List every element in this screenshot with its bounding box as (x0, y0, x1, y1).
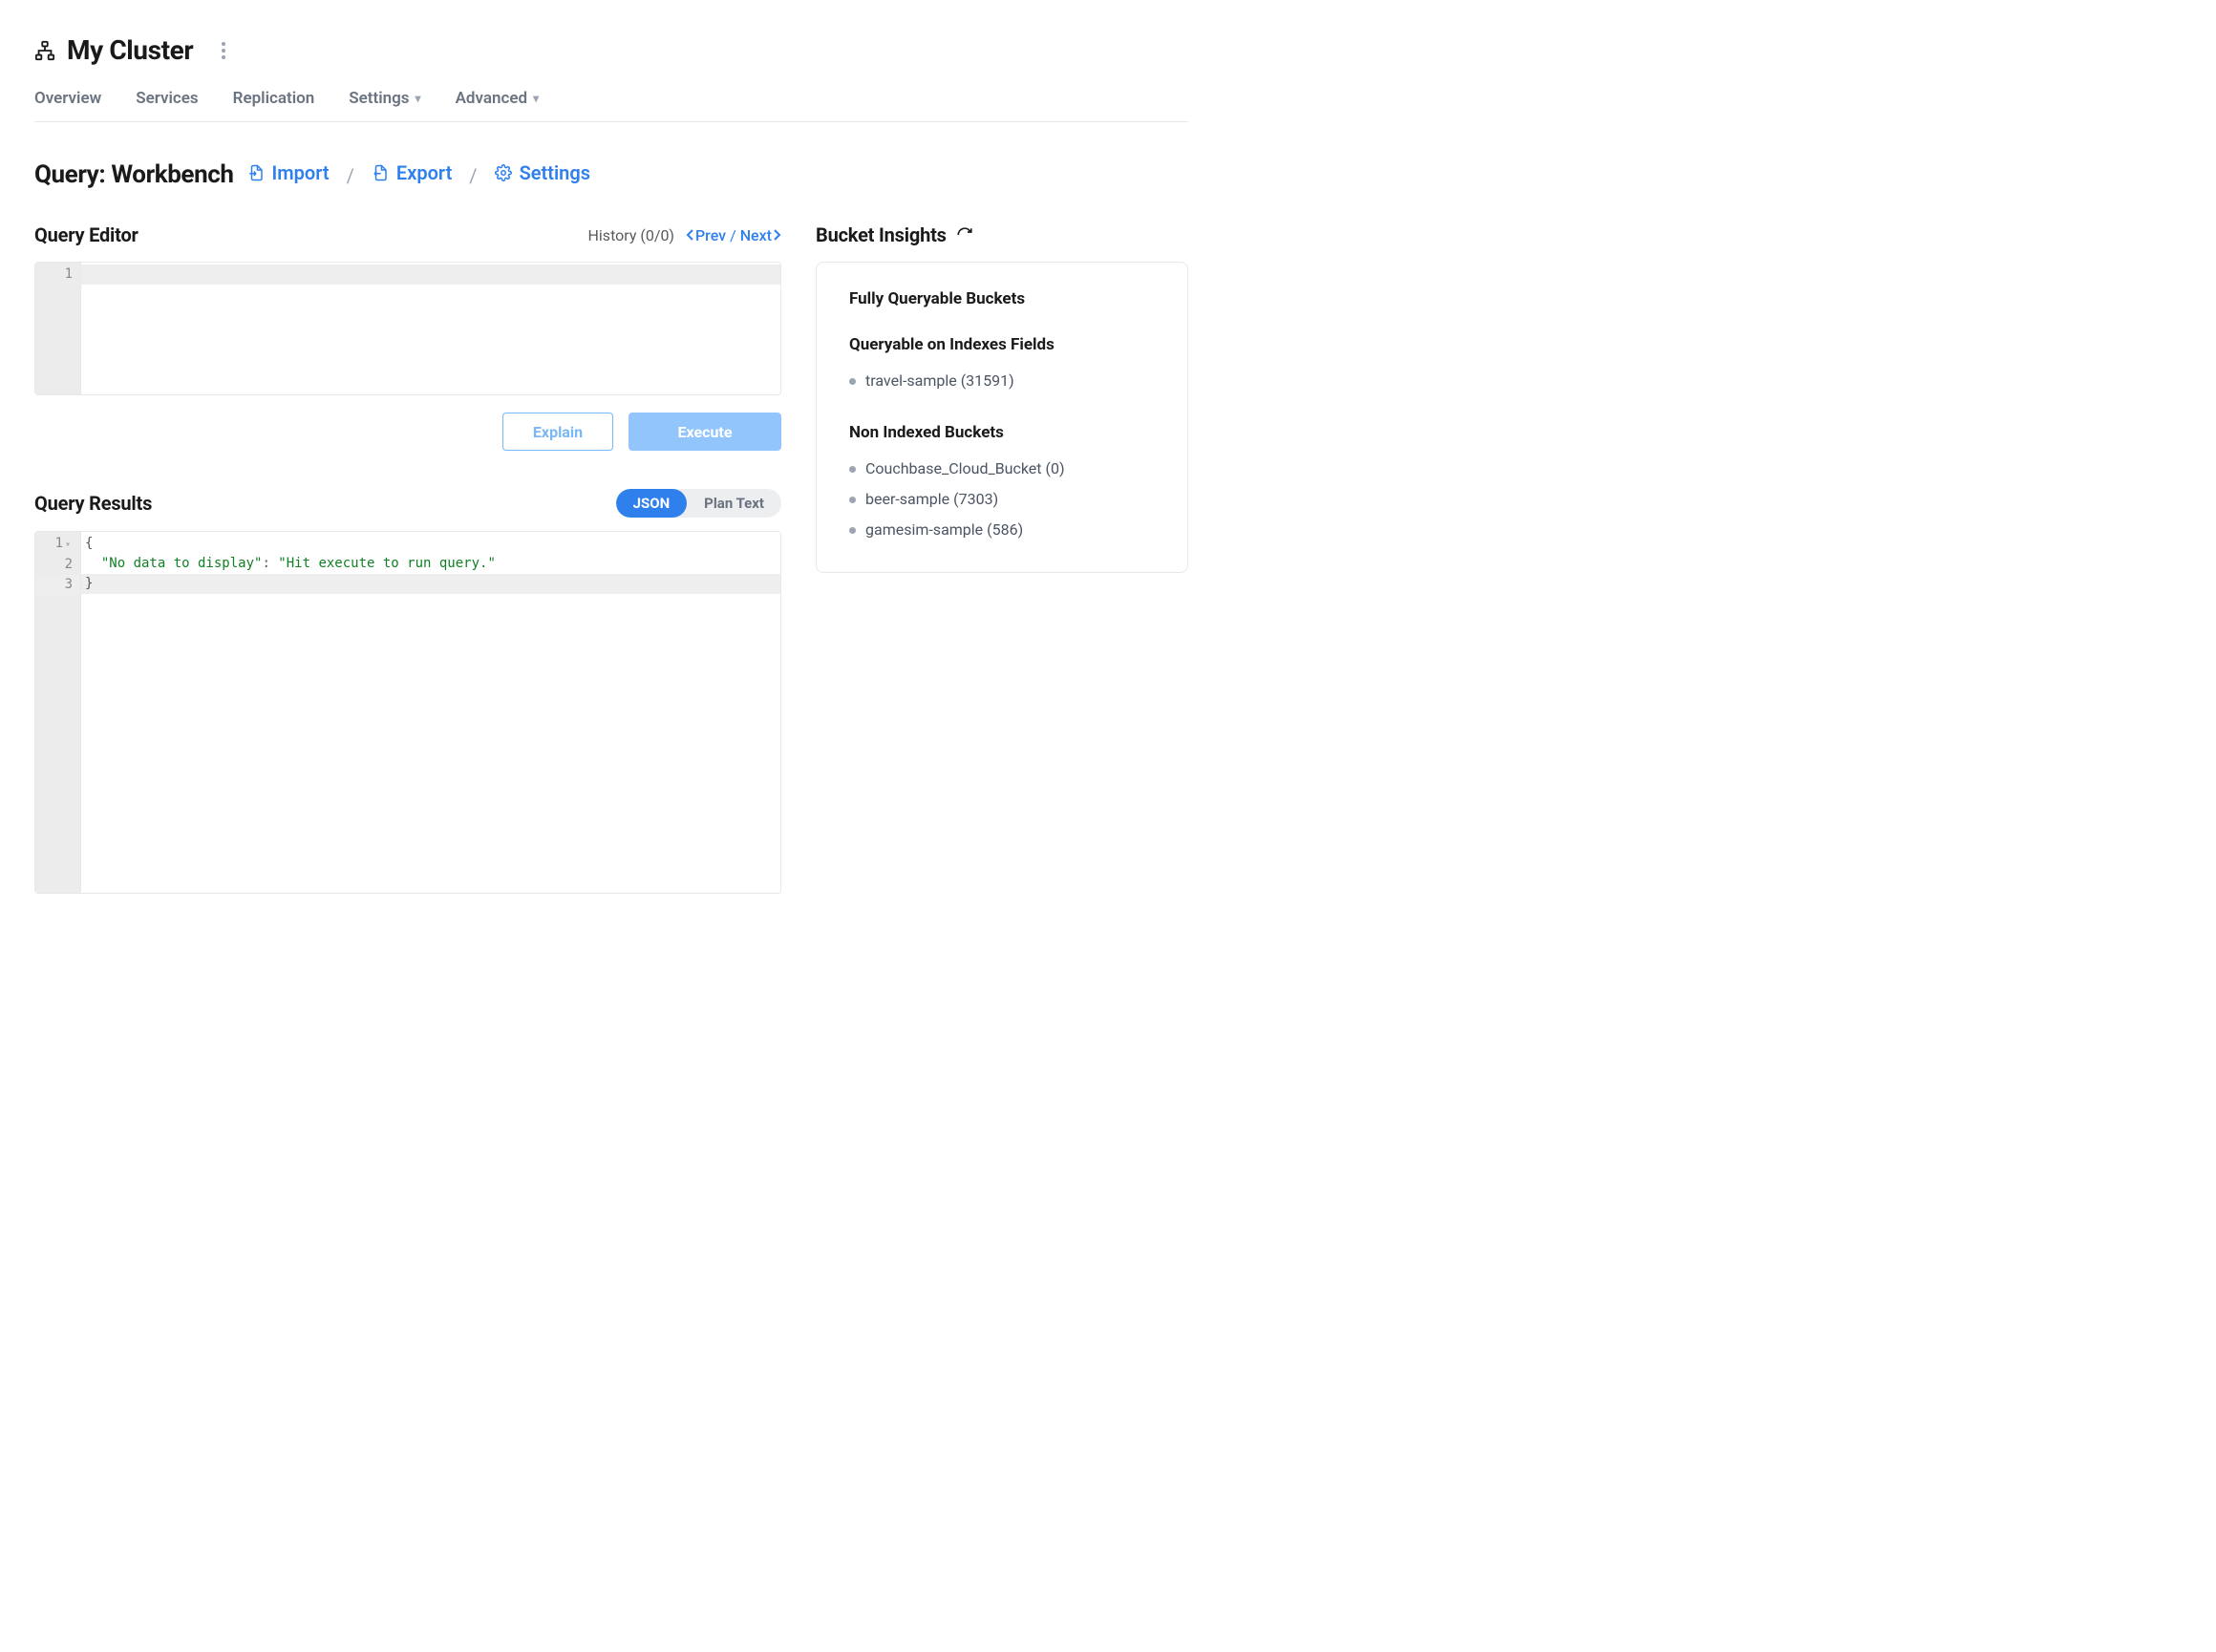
bullet-icon (849, 527, 856, 534)
history-label: History (0/0) (588, 226, 675, 244)
tab-overview[interactable]: Overview (34, 89, 101, 108)
list-item[interactable]: gamesim-sample (586) (849, 515, 1155, 545)
tab-advanced[interactable]: Advanced ▾ (456, 89, 540, 108)
gutter-line: 1 ▾ (35, 534, 80, 555)
tab-settings[interactable]: Settings ▾ (349, 89, 420, 108)
code-line: { (81, 534, 780, 554)
list-item[interactable]: travel-sample (31591) (849, 366, 1155, 396)
bucket-label: Couchbase_Cloud_Bucket (0) (865, 454, 1065, 484)
export-link[interactable]: Export (372, 161, 452, 184)
export-icon (372, 163, 389, 182)
refresh-button[interactable] (956, 226, 973, 244)
vertical-dots-icon (222, 42, 225, 59)
indexed-title: Queryable on Indexes Fields (849, 335, 1155, 354)
tab-label: Replication (233, 89, 315, 108)
settings-label: Settings (520, 161, 590, 184)
fold-icon[interactable]: ▾ (63, 535, 73, 555)
editor-gutter: 1 (35, 263, 81, 394)
bucket-label: travel-sample (31591) (865, 366, 1014, 396)
code-line: } (81, 574, 780, 594)
chevron-left-icon (686, 229, 693, 241)
export-label: Export (396, 161, 452, 184)
import-label: Import (272, 161, 330, 184)
editor-body[interactable] (81, 263, 780, 394)
next-label: Next (740, 226, 772, 244)
query-editor[interactable]: 1 (34, 262, 781, 395)
indexed-list: travel-sample (31591) (849, 366, 1155, 396)
explain-button[interactable]: Explain (502, 413, 613, 451)
import-link[interactable]: Import (247, 161, 330, 184)
tab-label: Overview (34, 89, 101, 108)
history-sep: / (730, 226, 736, 244)
refresh-icon (956, 226, 973, 244)
seg-plan-text[interactable]: Plan Text (687, 489, 781, 518)
results-viewer: 1 ▾ 2 3 { "No data to display": "Hit exe… (34, 531, 781, 894)
more-menu-button[interactable] (212, 39, 235, 62)
fully-queryable-title: Fully Queryable Buckets (849, 289, 1155, 308)
insights-panel: Fully Queryable Buckets Queryable on Ind… (816, 262, 1188, 573)
tab-label: Services (136, 89, 198, 108)
cluster-title: My Cluster (67, 34, 193, 66)
bucket-label: beer-sample (7303) (865, 484, 998, 515)
execute-button[interactable]: Execute (629, 413, 781, 451)
page-title: Query: Workbench (34, 160, 234, 189)
tab-replication[interactable]: Replication (233, 89, 315, 108)
non-indexed-list: Couchbase_Cloud_Bucket (0) beer-sample (… (849, 454, 1155, 545)
tab-services[interactable]: Services (136, 89, 198, 108)
import-icon (247, 163, 265, 182)
chevron-down-icon: ▾ (416, 92, 421, 105)
non-indexed-title: Non Indexed Buckets (849, 423, 1155, 442)
cluster-icon (34, 40, 55, 61)
bucket-label: gamesim-sample (586) (865, 515, 1023, 545)
nav-tabs: Overview Services Replication Settings▾ … (34, 89, 1188, 122)
bullet-icon (849, 378, 856, 385)
list-item[interactable]: Couchbase_Cloud_Bucket (0) (849, 454, 1155, 484)
separator: / (343, 164, 358, 187)
history-next[interactable]: Next (740, 226, 781, 244)
chevron-right-icon (774, 229, 781, 241)
results-view-toggle: JSON Plan Text (616, 489, 781, 518)
separator: / (465, 164, 480, 187)
settings-link[interactable]: Settings (495, 161, 590, 184)
bullet-icon (849, 466, 856, 473)
gutter-line: 1 (35, 265, 80, 285)
history-prev[interactable]: Prev (686, 226, 726, 244)
tab-label: Advanced (456, 89, 528, 108)
results-body[interactable]: { "No data to display": "Hit execute to … (81, 532, 780, 893)
editor-title: Query Editor (34, 223, 138, 246)
bullet-icon (849, 497, 856, 503)
prev-label: Prev (695, 226, 726, 244)
list-item[interactable]: beer-sample (7303) (849, 484, 1155, 515)
code-line: "No data to display": "Hit execute to ru… (81, 554, 780, 574)
seg-json[interactable]: JSON (616, 489, 688, 518)
results-title: Query Results (34, 492, 152, 515)
chevron-down-icon: ▾ (533, 92, 539, 105)
gear-icon (495, 163, 512, 182)
gutter-line: 3 (35, 575, 80, 595)
results-gutter: 1 ▾ 2 3 (35, 532, 81, 893)
tab-label: Settings (349, 89, 409, 108)
insights-title: Bucket Insights (816, 223, 947, 246)
gutter-line: 2 (35, 555, 80, 575)
